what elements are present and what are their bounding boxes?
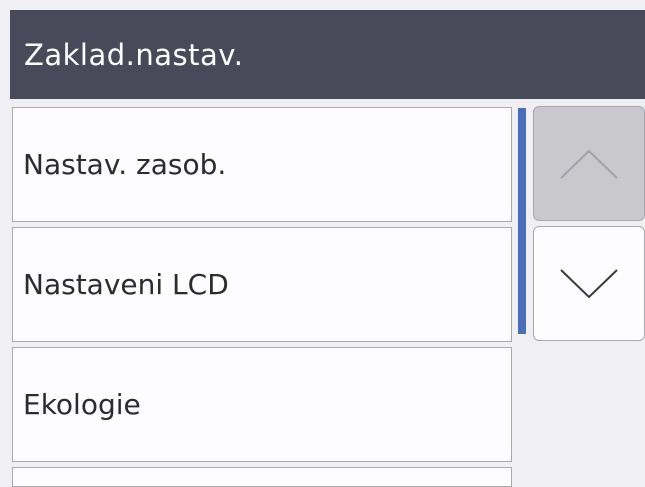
scroll-position-indicator — [518, 108, 526, 334]
chevron-up-icon — [560, 149, 618, 179]
menu-item-label: Nastav. zasob. — [23, 148, 227, 181]
title-bar: Zaklad.nastav. — [10, 10, 645, 99]
page-title: Zaklad.nastav. — [24, 37, 244, 72]
menu-item-label: Ekologie — [23, 388, 141, 421]
menu-item-partial[interactable] — [12, 467, 512, 487]
chevron-down-icon — [560, 268, 618, 298]
menu-item-ekologie[interactable]: Ekologie — [12, 347, 512, 462]
scroll-down-button[interactable] — [533, 226, 645, 341]
scroll-up-button[interactable] — [533, 106, 645, 221]
menu-item-nastav-zasob[interactable]: Nastav. zasob. — [12, 107, 512, 222]
menu-item-label: Nastaveni LCD — [23, 268, 229, 301]
menu-item-nastaveni-lcd[interactable]: Nastaveni LCD — [12, 227, 512, 342]
